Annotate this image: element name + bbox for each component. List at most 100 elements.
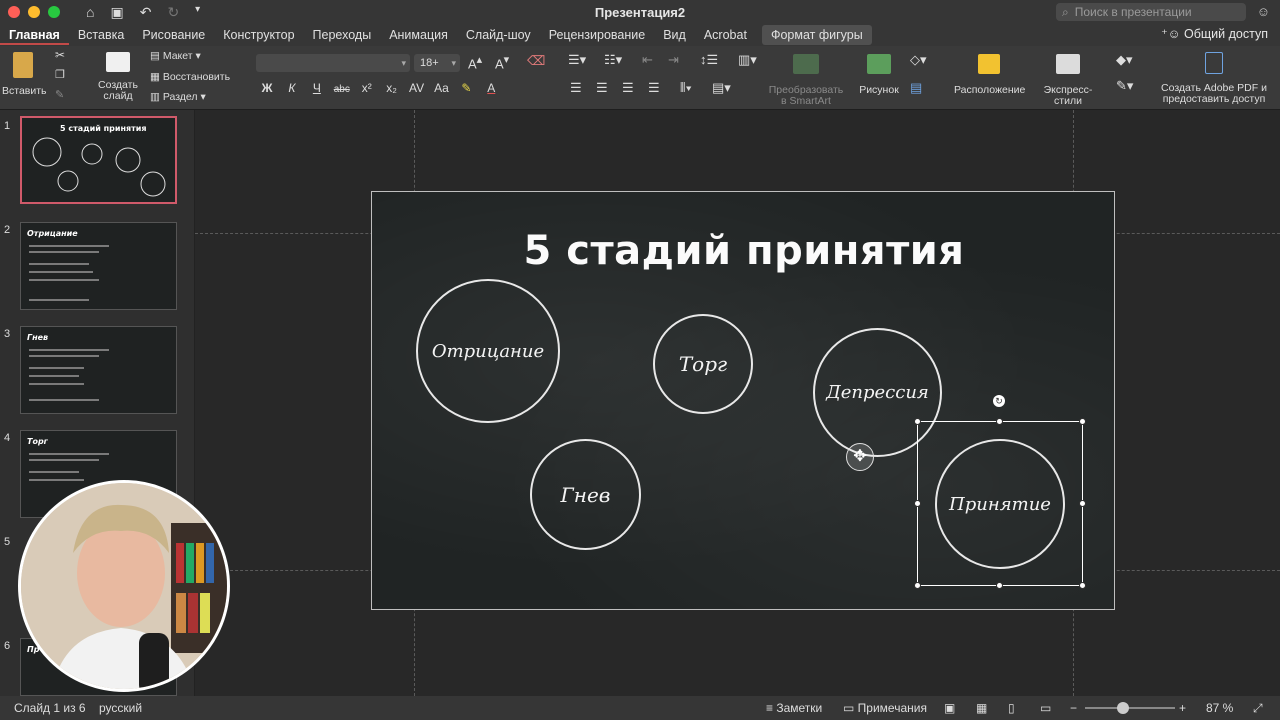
- superscript-icon[interactable]: x²: [356, 82, 378, 94]
- decrease-indent-icon[interactable]: ⇤: [642, 53, 653, 66]
- slideshow-view-icon[interactable]: ▭: [1040, 701, 1051, 715]
- arrange-button[interactable]: Расположение: [954, 54, 1025, 96]
- tab-shape-format[interactable]: Формат фигуры: [761, 25, 872, 45]
- resize-handle[interactable]: [1079, 418, 1086, 425]
- tab-draw[interactable]: Рисование: [133, 25, 214, 45]
- slide-title[interactable]: 5 стадий принятия: [372, 228, 1114, 274]
- rotate-handle-icon[interactable]: ↻: [993, 395, 1005, 407]
- convert-smartart-button[interactable]: Преобразовать в SmartArt: [768, 54, 844, 107]
- bullets-icon[interactable]: ☰▾: [568, 53, 586, 66]
- undo-icon[interactable]: ↶: [140, 4, 152, 21]
- zoom-out-button[interactable]: −: [1070, 701, 1077, 715]
- tab-home[interactable]: Главная: [0, 25, 69, 45]
- redo-icon[interactable]: ↻: [167, 4, 179, 21]
- tab-animations[interactable]: Анимация: [380, 25, 457, 45]
- textbox-icon[interactable]: ▤: [910, 81, 922, 94]
- comments-button[interactable]: ▭ Примечания: [843, 701, 927, 715]
- clear-format-icon[interactable]: ⌫: [527, 54, 545, 67]
- tab-view[interactable]: Вид: [654, 25, 695, 45]
- zoom-slider[interactable]: [1085, 702, 1175, 714]
- minimize-window-button[interactable]: [28, 6, 40, 18]
- quick-styles-button[interactable]: Экспресс-стили: [1030, 54, 1106, 107]
- window-controls: [8, 6, 60, 18]
- resize-handle[interactable]: [914, 418, 921, 425]
- shape-fill-icon[interactable]: ◆▾: [1116, 53, 1133, 66]
- slide-thumbnail-3[interactable]: Гнев: [20, 326, 177, 414]
- smartart-icon: [793, 54, 819, 74]
- resize-handle[interactable]: [1079, 500, 1086, 507]
- line-spacing-icon[interactable]: ↕☰: [700, 53, 718, 66]
- share-button[interactable]: ⁺☺ Общий доступ: [1161, 26, 1268, 41]
- justify-icon[interactable]: ☰: [648, 81, 660, 94]
- search-input[interactable]: Поиск в презентации: [1075, 5, 1192, 19]
- cut-icon[interactable]: ✂: [55, 49, 65, 61]
- notes-button[interactable]: ≡ Заметки: [766, 701, 822, 715]
- reset-button[interactable]: ▦ Восстановить: [150, 72, 230, 83]
- numbering-icon[interactable]: ☷▾: [604, 53, 622, 66]
- increase-font-icon[interactable]: A▴: [468, 55, 482, 71]
- align-left-icon[interactable]: ☰: [570, 81, 582, 94]
- text-direction-icon[interactable]: ⫴▾: [680, 81, 692, 94]
- zoom-window-button[interactable]: [48, 6, 60, 18]
- shapes-icon[interactable]: ◇▾: [910, 53, 927, 66]
- italic-button[interactable]: К: [281, 82, 303, 94]
- char-spacing-icon[interactable]: AV: [406, 82, 428, 94]
- resize-handle[interactable]: [1079, 582, 1086, 589]
- increase-indent-icon[interactable]: ⇥: [668, 53, 679, 66]
- section-button[interactable]: ▥ Раздел ▾: [150, 92, 206, 103]
- zoom-slider-thumb[interactable]: [1117, 702, 1129, 714]
- columns-icon[interactable]: ▥▾: [738, 53, 757, 66]
- slide-thumbnail-2[interactable]: Отрицание: [20, 222, 177, 310]
- circle-anger[interactable]: Гнев: [530, 439, 641, 550]
- tab-slideshow[interactable]: Слайд-шоу: [457, 25, 540, 45]
- resize-handle[interactable]: [914, 500, 921, 507]
- tab-design[interactable]: Конструктор: [214, 25, 303, 45]
- selection-box[interactable]: [917, 421, 1083, 586]
- tab-review[interactable]: Рецензирование: [540, 25, 655, 45]
- align-center-icon[interactable]: ☰: [596, 81, 608, 94]
- fit-to-window-icon[interactable]: ⤢: [1253, 701, 1263, 716]
- slide-sorter-icon[interactable]: ▦: [976, 701, 987, 715]
- strikethrough-button[interactable]: abc: [331, 84, 353, 95]
- home-icon[interactable]: ⌂: [86, 4, 94, 21]
- account-icon[interactable]: ☺: [1257, 4, 1270, 19]
- font-size-dropdown[interactable]: 18+: [414, 54, 460, 72]
- search-box[interactable]: ⌕ Поиск в презентации: [1056, 3, 1246, 21]
- zoom-in-button[interactable]: +: [1179, 701, 1186, 715]
- copy-icon[interactable]: ❐: [55, 70, 65, 81]
- align-text-icon[interactable]: ▤▾: [712, 81, 731, 94]
- font-family-dropdown[interactable]: [256, 54, 410, 72]
- paste-button[interactable]: Вставить: [2, 52, 47, 97]
- subscript-icon[interactable]: x₂: [381, 82, 403, 94]
- change-case-icon[interactable]: Aa: [430, 82, 452, 94]
- tab-transitions[interactable]: Переходы: [304, 25, 381, 45]
- tab-insert[interactable]: Вставка: [69, 25, 133, 45]
- underline-button[interactable]: Ч: [306, 82, 328, 94]
- normal-view-icon[interactable]: ▣: [944, 701, 955, 715]
- search-icon: ⌕: [1062, 4, 1069, 19]
- close-window-button[interactable]: [8, 6, 20, 18]
- font-color-icon[interactable]: A: [480, 82, 502, 94]
- reading-view-icon[interactable]: ▯: [1008, 701, 1015, 715]
- zoom-level[interactable]: 87 %: [1206, 701, 1233, 715]
- language-indicator[interactable]: русский: [99, 701, 142, 715]
- adobe-pdf-button[interactable]: Создать Adobe PDF и предоставить доступ: [1160, 52, 1268, 105]
- circle-denial[interactable]: Отрицание: [416, 279, 560, 423]
- picture-button[interactable]: Рисунок: [858, 54, 900, 96]
- new-slide-button[interactable]: Создать слайд: [95, 52, 141, 102]
- decrease-font-icon[interactable]: A▾: [495, 55, 509, 71]
- circle-bargaining[interactable]: Торг: [653, 314, 753, 414]
- tab-acrobat[interactable]: Acrobat: [695, 25, 756, 45]
- bold-button[interactable]: Ж: [256, 82, 278, 94]
- resize-handle[interactable]: [996, 418, 1003, 425]
- highlight-icon[interactable]: ✎: [455, 82, 477, 94]
- slide-thumbnail-1[interactable]: 5 стадий принятия: [20, 116, 177, 204]
- save-icon[interactable]: ▣: [110, 4, 123, 21]
- resize-handle[interactable]: [996, 582, 1003, 589]
- customize-toolbar-icon[interactable]: ▾: [195, 4, 200, 21]
- align-right-icon[interactable]: ☰: [622, 81, 634, 94]
- format-painter-icon[interactable]: ✎: [55, 90, 64, 101]
- resize-handle[interactable]: [914, 582, 921, 589]
- shape-outline-icon[interactable]: ✎▾: [1116, 79, 1133, 92]
- layout-button[interactable]: ▤ Макет ▾: [150, 51, 201, 62]
